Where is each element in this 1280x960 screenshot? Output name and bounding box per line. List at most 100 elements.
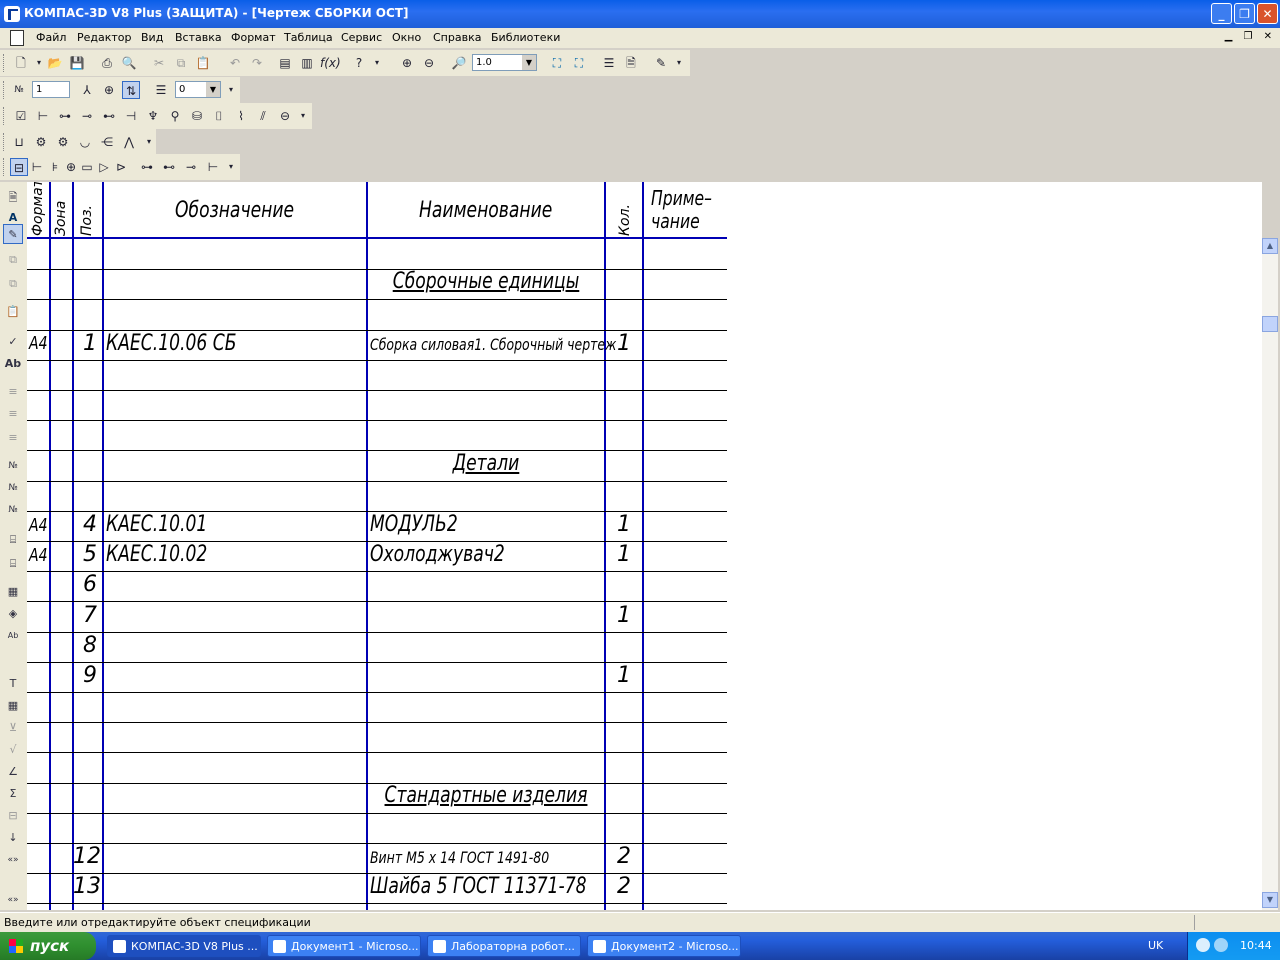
thread-icon[interactable]: ⚙ [32, 133, 50, 151]
table-row[interactable] [27, 240, 727, 271]
copy-icon[interactable]: ⧉ [172, 54, 190, 72]
table-row[interactable] [27, 814, 727, 844]
menu-table[interactable]: Таблица [284, 31, 333, 44]
style-dropdown-icon[interactable]: ▼ [206, 82, 220, 97]
table-row[interactable]: 6 [27, 572, 727, 603]
gear-icon[interactable]: ⚙ [54, 133, 72, 151]
joint-d-icon[interactable]: ⊢ [204, 158, 222, 176]
toolbar-more-icon[interactable]: ▾ [294, 107, 312, 125]
numbering-b-icon[interactable]: № [3, 478, 23, 498]
spring-icon[interactable]: ⌇ [232, 107, 250, 125]
table-row[interactable] [27, 421, 727, 452]
paste-object-icon[interactable]: ⧉ [3, 274, 23, 294]
copy-object-icon[interactable]: ⧉ [3, 250, 23, 270]
spell-check-icon[interactable]: ✓ [3, 332, 23, 352]
connector-f-icon[interactable]: ⊳ [112, 158, 130, 176]
toolbar-more-icon[interactable]: ▾ [222, 158, 240, 176]
table-icon[interactable]: ▦ [3, 696, 23, 716]
table-row[interactable]: А4 1 КАЕС.10.06 СБ Сборка силовая1. Сборочн… [27, 331, 727, 361]
grid-globe-icon[interactable]: ⊕ [100, 81, 118, 99]
cursor-icon[interactable]: ⅄ [78, 81, 96, 99]
shaft-icon[interactable]: ⋲ [98, 133, 116, 151]
help-dropdown-icon[interactable]: ▾ [368, 54, 386, 72]
style-number-field[interactable]: 0 ▼ [175, 81, 221, 98]
save-icon[interactable]: 💾 [68, 54, 86, 72]
joint-a-icon[interactable]: ⊶ [138, 158, 156, 176]
table-row[interactable]: 8 [27, 633, 727, 663]
task-kompas[interactable]: КОМПАС-3D V8 Plus ... [107, 935, 261, 957]
row-insert-icon[interactable]: ≡ [3, 382, 23, 402]
task-lab-work[interactable]: Лабораторна робот... [427, 935, 581, 957]
table-row[interactable]: Детали [27, 451, 727, 482]
paste-icon[interactable]: 📋 [194, 54, 212, 72]
search-icon[interactable] [1214, 938, 1228, 952]
drawing-canvas[interactable]: Формат Зона Поз. Кол. Обозначение Наименовани… [27, 182, 1262, 910]
sort-icon[interactable]: ↓ [3, 828, 23, 848]
panel-more-icon[interactable]: «» [3, 850, 23, 870]
table-row[interactable] [27, 723, 727, 754]
print-preview-icon[interactable]: 🔍 [120, 54, 138, 72]
menu-format[interactable]: Формат [231, 31, 276, 44]
table-row[interactable]: Стандартные изделия [27, 783, 727, 814]
menu-edit[interactable]: Редактор [77, 31, 132, 44]
new-file-icon[interactable]: 🗋 [12, 54, 30, 72]
weld-icon[interactable]: ⫽ [254, 107, 272, 125]
sheet-number-field[interactable]: 1 [32, 81, 70, 98]
scroll-up-icon[interactable]: ▲ [1262, 238, 1278, 254]
mdi-window-controls[interactable]: ▁ ❐ ✕ [1225, 31, 1276, 42]
scroll-down-icon[interactable]: ▼ [1262, 892, 1278, 908]
table-row[interactable] [27, 361, 727, 391]
zoom-dropdown-icon[interactable]: ▼ [522, 55, 536, 70]
joint-c-icon[interactable]: ⊸ [182, 158, 200, 176]
link-b-icon[interactable]: ⌸ [3, 554, 23, 574]
table-select-icon[interactable]: ⊟ [10, 158, 28, 176]
close-button[interactable]: ✕ [1257, 3, 1278, 24]
zoom-window-icon[interactable]: ⛶ [570, 54, 588, 72]
connector-e-icon[interactable]: ▷ [95, 158, 113, 176]
profile-icon[interactable]: ⋀ [120, 133, 138, 151]
joint-b-icon[interactable]: ⊷ [160, 158, 178, 176]
task-document2[interactable]: Документ2 - Microso... [587, 935, 741, 957]
minimize-button[interactable]: _ [1211, 3, 1232, 24]
report-icon[interactable]: 🗎 [622, 54, 640, 72]
numbering-c-icon[interactable]: № [3, 500, 23, 520]
sheet-number-icon[interactable]: № [10, 81, 28, 99]
properties-list-icon[interactable]: ☰ [600, 54, 618, 72]
undo-icon[interactable]: ↶ [226, 54, 244, 72]
cut-icon[interactable]: ✂ [150, 54, 168, 72]
spec-object-icon[interactable]: 🗎 [3, 188, 23, 208]
check-icon[interactable]: √ [3, 740, 23, 760]
pin-icon[interactable]: ⊷ [100, 107, 118, 125]
sort-az-icon[interactable]: ⇅ [122, 81, 140, 99]
stud-icon[interactable]: ⊸ [78, 107, 96, 125]
scroll-thumb[interactable] [1262, 316, 1278, 332]
washer-icon[interactable]: ⌷ [210, 107, 228, 125]
library-manager-icon[interactable]: ▥ [298, 54, 316, 72]
connector-a-icon[interactable]: ⊢ [28, 158, 46, 176]
clipboard-icon[interactable]: 📋 [3, 302, 23, 322]
fill-icon[interactable]: ◈ [3, 604, 23, 624]
row-move-icon[interactable]: ≡ [3, 428, 23, 448]
toolbar-more-icon[interactable]: ▾ [140, 133, 158, 151]
checklist-icon[interactable]: ☑ [12, 107, 30, 125]
zoom-out-icon[interactable]: ⊖ [420, 54, 438, 72]
nail-icon[interactable]: ♆ [144, 107, 162, 125]
connector-d-icon[interactable]: ▭ [78, 158, 96, 176]
menu-insert[interactable]: Вставка [175, 31, 222, 44]
table-row[interactable] [27, 482, 727, 512]
link-a-icon[interactable]: ⌸ [3, 530, 23, 550]
settings-pen-icon[interactable]: ✎ [652, 54, 670, 72]
table-row[interactable]: 12 Винт М5 х 14 ГОСТ 1491-80 2 [27, 844, 727, 875]
menu-file[interactable]: Файл [36, 31, 66, 44]
text-frame-icon[interactable]: T [3, 674, 23, 694]
show-all-icon[interactable]: ⛶ [548, 54, 566, 72]
cotter-icon[interactable]: ⚲ [166, 107, 184, 125]
table-row[interactable] [27, 753, 727, 784]
numbering-a-icon[interactable]: № [3, 456, 23, 476]
rivet-icon[interactable]: ⊣ [122, 107, 140, 125]
redo-icon[interactable]: ↷ [248, 54, 266, 72]
kompas-app-icon[interactable] [4, 6, 20, 22]
screw-icon[interactable]: ⊶ [56, 107, 74, 125]
style-list-icon[interactable]: ☰ [152, 81, 170, 99]
table-row[interactable] [27, 300, 727, 331]
